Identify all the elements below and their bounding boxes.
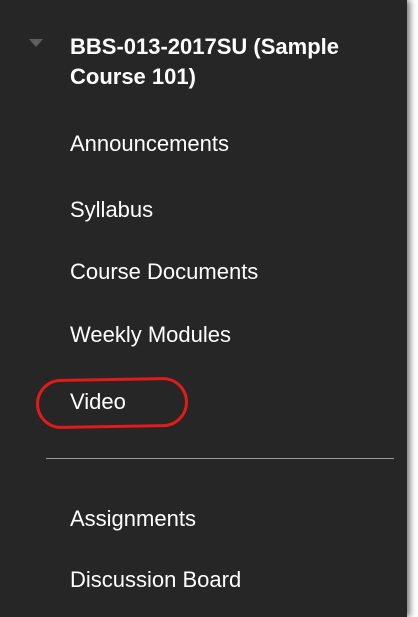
caret-down-icon[interactable] — [29, 39, 43, 47]
menu-item-discussion-board[interactable]: Discussion Board — [70, 567, 241, 593]
course-title[interactable]: BBS-013-2017SU (Sample Course 101) — [70, 32, 400, 92]
menu-item-syllabus[interactable]: Syllabus — [70, 197, 153, 223]
video-highlight-circle — [35, 376, 189, 430]
menu-item-weekly-modules[interactable]: Weekly Modules — [70, 322, 231, 348]
course-menu-panel: BBS-013-2017SU (Sample Course 101) Annou… — [0, 0, 407, 617]
menu-divider — [46, 458, 394, 459]
menu-item-course-documents[interactable]: Course Documents — [70, 259, 258, 285]
menu-item-assignments[interactable]: Assignments — [70, 506, 196, 532]
menu-item-announcements[interactable]: Announcements — [70, 131, 229, 157]
